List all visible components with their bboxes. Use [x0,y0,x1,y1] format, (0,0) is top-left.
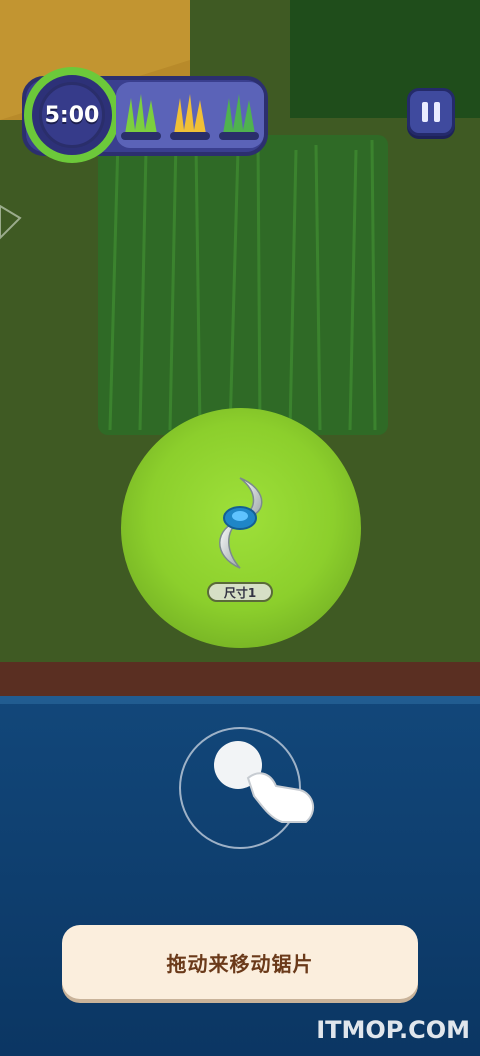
green-grass-slot-icon [120,90,161,140]
timer-text: 5:00 [44,102,100,128]
watermark: ITMOP.COM [316,1016,470,1044]
hint-text: 拖动来移动锯片 [166,951,314,976]
tutorial-hint: 拖动来移动锯片 [62,925,418,999]
grass-collection-slots [116,82,264,148]
yellow-grass-slot-icon [169,90,210,140]
pause-icon [422,102,428,122]
pause-button[interactable] [407,88,455,136]
dark-grass-slot-icon [219,90,260,140]
river-bank [0,662,480,698]
timer-dial: 5:00 [24,67,120,163]
blade-size-badge: 尺寸1 [207,582,273,602]
